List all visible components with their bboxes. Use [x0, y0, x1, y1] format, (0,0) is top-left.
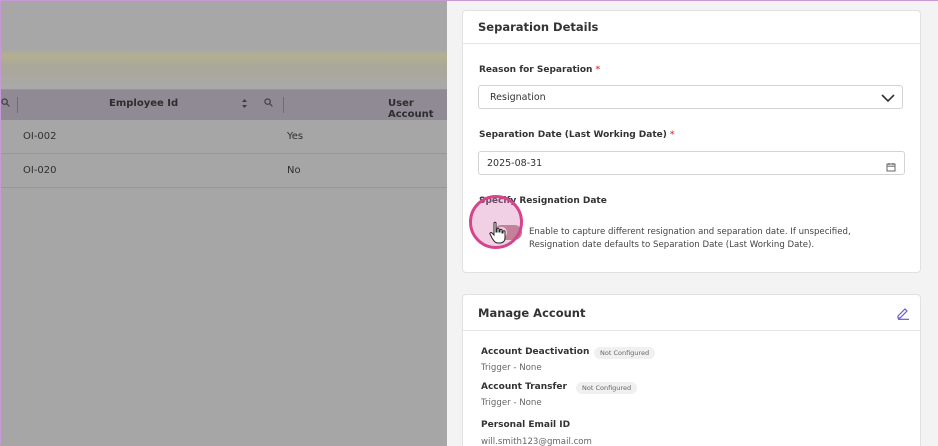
sort-icon[interactable]	[241, 98, 248, 112]
separation-details-card: Separation Details Reason for Separation…	[462, 10, 921, 273]
status-badge: Not Configured	[594, 347, 656, 359]
chevron-down-icon	[880, 90, 896, 109]
transfer-trigger: Trigger - None	[481, 398, 542, 408]
search-icon[interactable]	[1, 97, 10, 110]
column-separator	[283, 97, 284, 113]
reason-select[interactable]: Resignation	[478, 85, 903, 109]
manage-account-title: Manage Account	[478, 306, 586, 320]
table-row[interactable]: OI-020 No	[1, 154, 447, 188]
manage-account-card: Manage Account Account Deactivation Not …	[462, 294, 921, 446]
reason-label: Reason for Separation *	[479, 65, 601, 75]
required-marker: *	[669, 130, 675, 140]
reason-select-value: Resignation	[490, 92, 546, 103]
column-separator	[17, 97, 18, 113]
separation-drawer: Separation Details Reason for Separation…	[447, 1, 938, 446]
calendar-icon[interactable]	[886, 157, 896, 176]
status-badge: Not Configured	[576, 382, 638, 394]
personal-email-label: Personal Email ID	[481, 420, 571, 430]
column-header-user-account[interactable]: User Account	[388, 98, 447, 120]
cell-user-account: Yes	[287, 131, 304, 142]
card-divider	[463, 43, 920, 44]
separation-date-input[interactable]	[478, 151, 905, 175]
cell-employee-id: OI-020	[23, 165, 57, 176]
account-deactivation-label: Account Deactivation	[481, 347, 590, 357]
cell-user-account: No	[287, 165, 301, 176]
separation-date-label: Separation Date (Last Working Date) *	[479, 130, 675, 140]
required-marker: *	[595, 65, 601, 75]
search-icon[interactable]	[264, 97, 273, 110]
account-transfer-label: Account Transfer	[481, 382, 567, 392]
background-page: Employee Id User Account OI-002 Yes OI-0…	[1, 1, 447, 446]
resignation-toggle-description: Enable to capture different resignation …	[529, 227, 851, 250]
deactivation-trigger: Trigger - None	[481, 363, 542, 373]
table-row[interactable]: OI-002 Yes	[1, 120, 447, 154]
table-header: Employee Id User Account	[1, 89, 447, 120]
hand-pointer-icon	[488, 221, 508, 249]
cell-employee-id: OI-002	[23, 131, 57, 142]
column-header-employee-id[interactable]: Employee Id	[109, 98, 178, 109]
background-banner	[1, 1, 447, 89]
separation-details-title: Separation Details	[478, 20, 599, 34]
card-divider	[463, 330, 920, 331]
edit-icon[interactable]	[896, 305, 910, 324]
